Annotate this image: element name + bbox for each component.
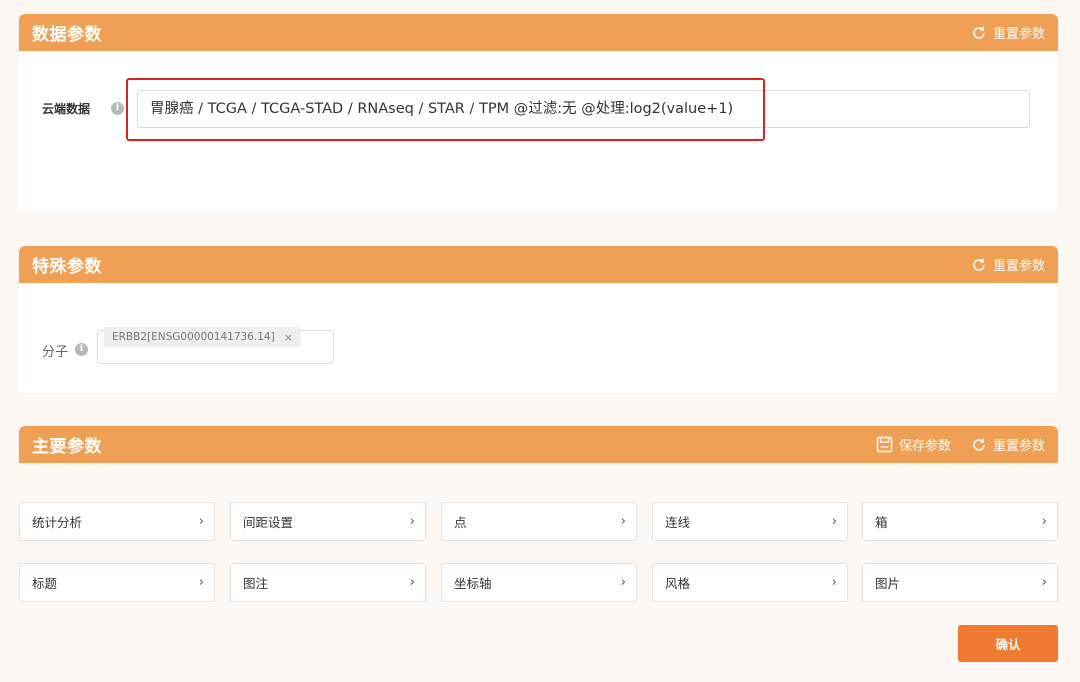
save-params-button[interactable]: 保存参数 xyxy=(876,435,951,454)
data-params-header: 数据参数 重置参数 xyxy=(19,14,1058,51)
chevron-right-icon: › xyxy=(409,575,415,590)
info-icon: i xyxy=(111,102,124,115)
chevron-right-icon: › xyxy=(198,514,204,529)
button-label: 坐标轴 xyxy=(454,576,492,591)
refresh-icon xyxy=(973,258,985,271)
reset-params-label: 重置参数 xyxy=(992,259,1045,274)
button-label: 连线 xyxy=(665,515,691,530)
reset-params-button[interactable]: 重置参数 xyxy=(971,23,1045,42)
chevron-right-icon: › xyxy=(409,514,415,529)
molecule-label: 分子 xyxy=(42,345,69,360)
button-label: 风格 xyxy=(665,576,691,591)
cloud-data-row: 云端数据 i 胃腺癌 / TCGA / TCGA-STAD / RNAseq /… xyxy=(19,90,1058,128)
reset-params-button[interactable]: 重置参数 xyxy=(971,255,1045,274)
spacing-settings-button[interactable]: 间距设置 › xyxy=(230,502,426,541)
main-params-header: 主要参数 保存参数 重置参数 xyxy=(19,426,1058,463)
chevron-right-icon: › xyxy=(620,514,626,529)
chevron-right-icon: › xyxy=(831,514,837,529)
data-params-panel: 数据参数 重置参数 云端数据 i 胃腺癌 / TCGA / TCGA-STAD … xyxy=(19,14,1058,212)
chevron-right-icon: › xyxy=(1041,514,1047,529)
cloud-data-label: 云端数据 xyxy=(42,102,91,116)
molecule-tag: ERBB2[ENSG00000141736.14] × xyxy=(104,327,301,347)
button-label: 箱 xyxy=(875,515,888,530)
legend-button[interactable]: 图注 › xyxy=(230,563,426,602)
button-label: 图片 xyxy=(875,576,901,591)
reset-params-label: 重置参数 xyxy=(992,439,1045,454)
style-button[interactable]: 风格 › xyxy=(652,563,848,602)
molecule-select[interactable]: ERBB2[ENSG00000141736.14] × xyxy=(97,327,334,364)
image-button[interactable]: 图片 › xyxy=(862,563,1058,602)
cloud-data-input[interactable]: 胃腺癌 / TCGA / TCGA-STAD / RNAseq / STAR /… xyxy=(137,90,1030,128)
box-button[interactable]: 箱 › xyxy=(862,502,1058,541)
save-params-label: 保存参数 xyxy=(898,439,951,454)
button-label: 统计分析 xyxy=(32,515,83,530)
connect-lines-button[interactable]: 连线 › xyxy=(652,502,848,541)
save-icon xyxy=(876,436,893,453)
panel-title: 主要参数 xyxy=(32,437,102,457)
molecule-tag-label: ERBB2[ENSG00000141736.14] xyxy=(112,331,275,343)
panel-title: 数据参数 xyxy=(32,25,102,45)
panel-title: 特殊参数 xyxy=(32,257,102,277)
reset-params-label: 重置参数 xyxy=(992,27,1045,42)
close-icon[interactable]: × xyxy=(284,331,293,344)
special-params-panel: 特殊参数 重置参数 分子 i ERBB2[ENSG00000141736.14]… xyxy=(19,246,1058,393)
button-label: 间距设置 xyxy=(243,515,294,530)
chevron-right-icon: › xyxy=(1041,575,1047,590)
stats-analysis-button[interactable]: 统计分析 › xyxy=(19,502,215,541)
chevron-right-icon: › xyxy=(198,575,204,590)
button-label: 标题 xyxy=(32,576,58,591)
refresh-icon xyxy=(973,26,985,39)
chevron-right-icon: › xyxy=(831,575,837,590)
points-button[interactable]: 点 › xyxy=(441,502,637,541)
button-label: 点 xyxy=(454,515,467,530)
main-params-panel: 主要参数 保存参数 重置参数 xyxy=(19,426,1058,464)
confirm-button[interactable]: 确认 xyxy=(958,625,1058,662)
reset-params-button[interactable]: 重置参数 xyxy=(971,435,1045,454)
refresh-icon xyxy=(973,438,985,451)
button-label: 图注 xyxy=(243,576,269,591)
chevron-right-icon: › xyxy=(620,575,626,590)
special-params-header: 特殊参数 重置参数 xyxy=(19,246,1058,283)
info-icon: i xyxy=(75,343,88,356)
axis-button[interactable]: 坐标轴 › xyxy=(441,563,637,602)
title-button[interactable]: 标题 › xyxy=(19,563,215,602)
